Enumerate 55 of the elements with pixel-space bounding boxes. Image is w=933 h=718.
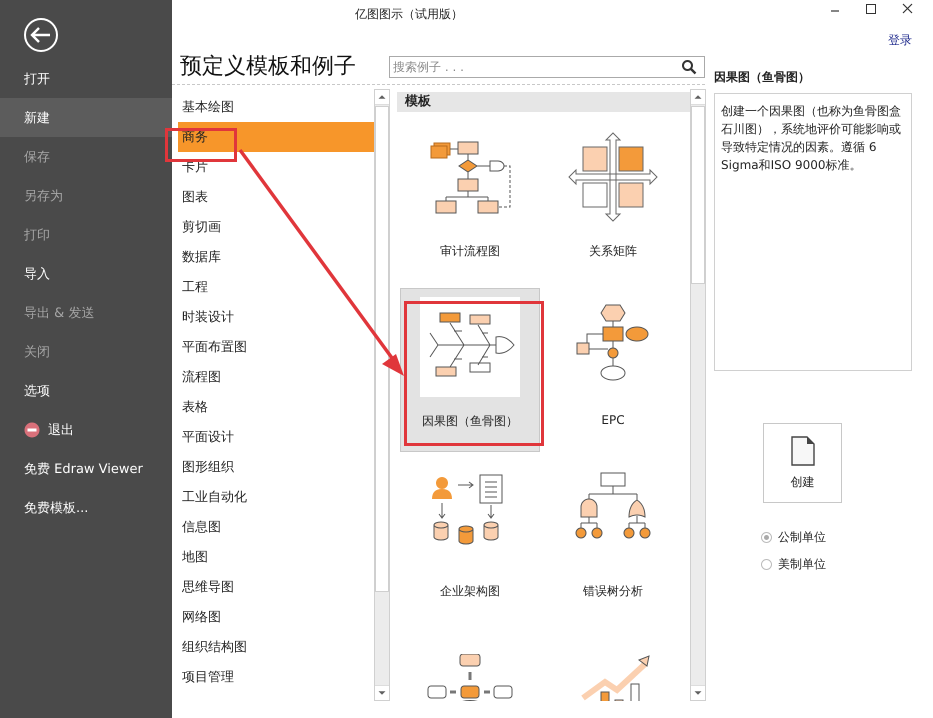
category-item[interactable]: 图形组织 — [178, 452, 374, 482]
description-text: 创建一个因果图（也称为鱼骨图盒石川图），系统地评价可能影响或导致特定情况的因素。遵循 6 Sigma和ISO 9000标准。 — [714, 93, 912, 371]
category-item[interactable]: 网络图 — [178, 602, 374, 632]
scroll-up-icon[interactable] — [691, 90, 705, 105]
template-tile[interactable]: 关系矩阵 — [543, 118, 683, 282]
scroll-up-icon[interactable] — [375, 90, 389, 105]
stop-icon — [24, 422, 40, 438]
category-item[interactable]: 商务 — [178, 122, 374, 152]
login-link[interactable]: 登录 — [888, 32, 912, 48]
scrollbar[interactable] — [690, 89, 706, 701]
category-item[interactable]: 表格 — [178, 392, 374, 422]
category-item[interactable]: 地图 — [178, 542, 374, 572]
menu-item[interactable]: 选项 — [0, 371, 172, 410]
radio-label[interactable]: 公制单位 — [778, 529, 826, 546]
menu-item[interactable]: 新建 — [0, 98, 172, 137]
category-item[interactable]: 基本绘图 — [178, 92, 374, 122]
menu-item[interactable]: 导入 — [0, 254, 172, 293]
category-item[interactable]: 平面布置图 — [178, 332, 374, 362]
category-item[interactable]: 信息图 — [178, 512, 374, 542]
category-item[interactable]: 思维导图 — [178, 572, 374, 602]
section-header: 模板 — [397, 92, 690, 112]
scroll-down-icon[interactable] — [691, 685, 705, 700]
menu-item[interactable]: 打开 — [0, 59, 172, 98]
category-item[interactable]: 工程 — [178, 272, 374, 302]
category-item[interactable]: 时装设计 — [178, 302, 374, 332]
radio-button[interactable] — [761, 559, 772, 570]
category-item[interactable]: 流程图 — [178, 362, 374, 392]
page-heading: 预定义模板和例子 — [180, 53, 357, 81]
scroll-thumb[interactable] — [691, 106, 705, 284]
search-icon[interactable] — [681, 59, 697, 75]
window-title: 亿图图示（试用版） — [355, 6, 464, 23]
template-title: 因果图（鱼骨图） — [714, 69, 811, 86]
menu-item[interactable]: 退出 — [0, 410, 172, 449]
menu-item[interactable]: 免费 Edraw Viewer — [0, 449, 172, 488]
menu-item[interactable]: 免费模板... — [0, 488, 172, 527]
radio-button[interactable] — [761, 532, 772, 543]
template-tile[interactable]: 审计流程图 — [400, 118, 540, 282]
category-item[interactable]: 图表 — [178, 182, 374, 212]
create-button[interactable]: 创建 — [763, 423, 842, 503]
category-item[interactable]: 剪切画 — [178, 212, 374, 242]
scrollbar[interactable] — [374, 89, 390, 701]
scroll-down-icon[interactable] — [375, 685, 389, 700]
template-tile[interactable]: 企业架构图 — [400, 458, 540, 622]
document-icon — [790, 436, 814, 466]
template-tile[interactable]: 因果图（鱼骨图） — [400, 288, 540, 452]
scroll-thumb[interactable] — [375, 106, 389, 592]
radio-label[interactable]: 美制单位 — [778, 556, 826, 573]
category-item[interactable]: 平面设计 — [178, 422, 374, 452]
category-item[interactable]: 组织结构图 — [178, 632, 374, 662]
category-item[interactable]: 数据库 — [178, 242, 374, 272]
template-tile[interactable]: 错误树分析 — [543, 458, 683, 622]
template-tile[interactable]: EPC — [543, 288, 683, 452]
search-field[interactable]: 搜索例子 . . . — [389, 56, 705, 78]
category-item[interactable]: 工业自动化 — [178, 482, 374, 512]
category-item[interactable]: 项目管理 — [178, 662, 374, 692]
